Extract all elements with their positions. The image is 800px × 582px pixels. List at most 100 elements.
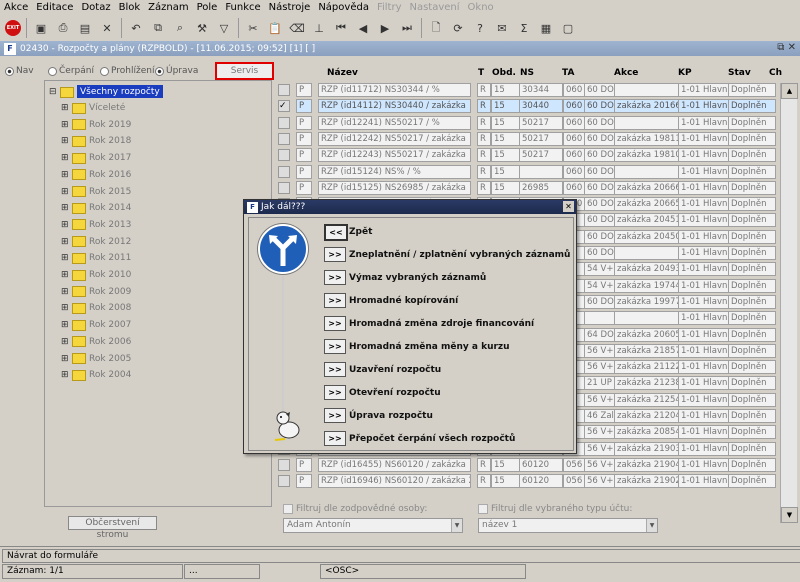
row-checkbox[interactable]	[278, 181, 290, 194]
cell-kp[interactable]: 1-01 Hlavní	[678, 327, 730, 342]
cell-ta2[interactable]: 60 DO	[584, 83, 616, 97]
cell-stav[interactable]: Doplněn	[728, 376, 776, 391]
menu-item[interactable]: Nápověda	[314, 2, 373, 13]
cell-akce[interactable]: zakázka 19744	[614, 278, 680, 293]
menu-item[interactable]: Blok	[115, 2, 145, 13]
cell-p[interactable]: P	[296, 115, 312, 130]
cell-kp[interactable]: 1-01 Hlavní	[678, 441, 730, 456]
row-checkbox[interactable]	[278, 84, 290, 96]
cell-nazev[interactable]: RZP (id11712) NS30344 / %	[318, 83, 471, 97]
action-go-button[interactable]: >>	[324, 316, 346, 331]
cell-akce[interactable]: zakázka 21902	[614, 474, 680, 489]
cell-ns[interactable]	[519, 164, 563, 179]
cell-t[interactable]: R	[477, 83, 491, 97]
cell-obd[interactable]: 15	[491, 180, 521, 195]
cell-ta2[interactable]: 60 DO	[584, 148, 616, 163]
cell-kp[interactable]: 1-01 Hlavní	[678, 131, 730, 146]
cell-stav[interactable]: Doplněn	[728, 294, 776, 309]
cell-ta2[interactable]: 56 V+	[584, 360, 616, 375]
cell-obd[interactable]: 15	[491, 131, 521, 146]
back-button[interactable]: <<	[324, 224, 348, 241]
cell-t[interactable]: R	[477, 457, 491, 472]
tree-item[interactable]: ⊞ Rok 2013	[61, 218, 131, 232]
cell-nazev[interactable]: RZP (id14112) NS30440 / zakázka	[318, 99, 471, 114]
cell-ta2[interactable]: 46 Zal	[584, 409, 616, 423]
row-checkbox[interactable]	[278, 458, 290, 471]
cell-akce[interactable]	[614, 311, 680, 326]
menu-item[interactable]: Akce	[0, 2, 32, 13]
cell-stav[interactable]: Doplněn	[728, 99, 776, 114]
cell-ns[interactable]: 50217	[519, 148, 563, 163]
cut-icon[interactable]: ✂	[244, 19, 262, 37]
cell-kp[interactable]: 1-01 Hlavní	[678, 148, 730, 163]
cell-ta2[interactable]	[584, 311, 616, 326]
cell-kp[interactable]: 1-01 Hlavní	[678, 278, 730, 293]
expand-icon[interactable]: ⊞	[61, 320, 69, 330]
exit-button[interactable]: EXIT	[5, 20, 21, 36]
cell-akce[interactable]: zakázka 20166	[614, 99, 680, 114]
tree-item[interactable]: ⊞ Rok 2019	[61, 118, 131, 132]
tree-item[interactable]: ⊞ Rok 2005	[61, 352, 131, 366]
cell-ta2[interactable]: 60 DO	[584, 99, 616, 114]
cell-p[interactable]: P	[296, 180, 312, 195]
cell-t[interactable]: R	[477, 131, 491, 146]
cell-kp[interactable]: 1-01 Hlavní	[678, 180, 730, 195]
cell-akce[interactable]: zakázka 21122	[614, 360, 680, 375]
cell-akce[interactable]: zakázka 20450	[614, 229, 680, 244]
radio-prohlizeni[interactable]: Prohlížení	[100, 66, 154, 76]
expand-icon[interactable]: ⊞	[61, 253, 69, 263]
cell-kp[interactable]: 1-01 Hlavní	[678, 392, 730, 407]
cell-ta2[interactable]: 60 DO	[584, 294, 616, 309]
menu-item[interactable]: Okno	[464, 2, 498, 13]
row-checkbox[interactable]	[278, 475, 290, 488]
cell-ta2[interactable]: 56 V+	[584, 343, 616, 358]
print-preview-icon[interactable]: ▤	[76, 19, 94, 37]
cell-p[interactable]: P	[296, 457, 312, 472]
cell-kp[interactable]: 1-01 Hlavní	[678, 311, 730, 326]
save-icon[interactable]: ▣	[32, 19, 50, 37]
cell-kp[interactable]: 1-01 Hlavní	[678, 99, 730, 114]
window-icon[interactable]: ▢	[559, 19, 577, 37]
cell-akce[interactable]	[614, 246, 680, 260]
cell-akce[interactable]: zakázka 20605	[614, 327, 680, 342]
cell-ta2[interactable]: 60 DO	[584, 246, 616, 260]
cell-akce[interactable]	[614, 164, 680, 179]
undo-icon[interactable]: ↶	[127, 19, 145, 37]
expand-icon[interactable]: ⊞	[61, 270, 69, 280]
filter-ucet[interactable]: Filtruj dle vybraného typu účtu:	[478, 504, 632, 514]
mail-icon[interactable]: ✉	[493, 19, 511, 37]
table-row[interactable]: P RZP (id16946) NS60120 / zakázka 2 R 15 601…	[278, 474, 778, 489]
table-row[interactable]: P RZP (id12242) NS50217 / zakázka R 15 50217…	[278, 131, 778, 146]
cell-obd[interactable]: 15	[491, 115, 521, 130]
action-go-button[interactable]: >>	[324, 362, 346, 377]
filter-osoby[interactable]: Filtruj dle zodpovědné osoby:	[283, 504, 427, 514]
table-row[interactable]: P RZP (id15125) NS26985 / zakázka R 15 26985…	[278, 180, 778, 195]
tree-item[interactable]: ⊞ Rok 2018	[61, 134, 131, 148]
cell-stav[interactable]: Doplněn	[728, 180, 776, 195]
cell-obd[interactable]: 15	[491, 99, 521, 114]
expand-icon[interactable]: ⊞	[61, 136, 69, 146]
query-icon[interactable]: ⌕	[171, 19, 189, 37]
table-row[interactable]: ✓ P RZP (id14112) NS30440 / zakázka R 15 3044…	[278, 99, 778, 114]
cell-stav[interactable]: Doplněn	[728, 409, 776, 423]
row-checkbox[interactable]	[278, 116, 290, 129]
cell-nazev[interactable]: RZP (id16946) NS60120 / zakázka 2	[318, 474, 471, 489]
tree-root-label[interactable]: Všechny rozpočty	[77, 85, 163, 98]
cell-akce[interactable]: zakázka 20451	[614, 213, 680, 228]
expand-icon[interactable]: ⊞	[61, 187, 69, 197]
last-record-icon[interactable]: ⏭	[398, 19, 416, 37]
cell-ta2[interactable]: 60 DO	[584, 213, 616, 228]
cell-akce[interactable]: zakázka 20493	[614, 262, 680, 277]
cell-kp[interactable]: 1-01 Hlavní	[678, 115, 730, 130]
cell-t[interactable]: R	[477, 164, 491, 179]
action-go-button[interactable]: >>	[324, 431, 346, 446]
cell-stav[interactable]: Doplněn	[728, 131, 776, 146]
collapse-icon[interactable]: ⊟	[49, 87, 57, 97]
cell-obd[interactable]: 15	[491, 148, 521, 163]
menu-item[interactable]: Nastavení	[405, 2, 463, 13]
cell-p[interactable]: P	[296, 164, 312, 179]
tree-item[interactable]: ⊞ Rok 2017	[61, 151, 131, 165]
action-go-button[interactable]: >>	[324, 247, 346, 262]
cell-stav[interactable]: Doplněn	[728, 441, 776, 456]
radio-uprava[interactable]: Úprava	[155, 66, 198, 76]
